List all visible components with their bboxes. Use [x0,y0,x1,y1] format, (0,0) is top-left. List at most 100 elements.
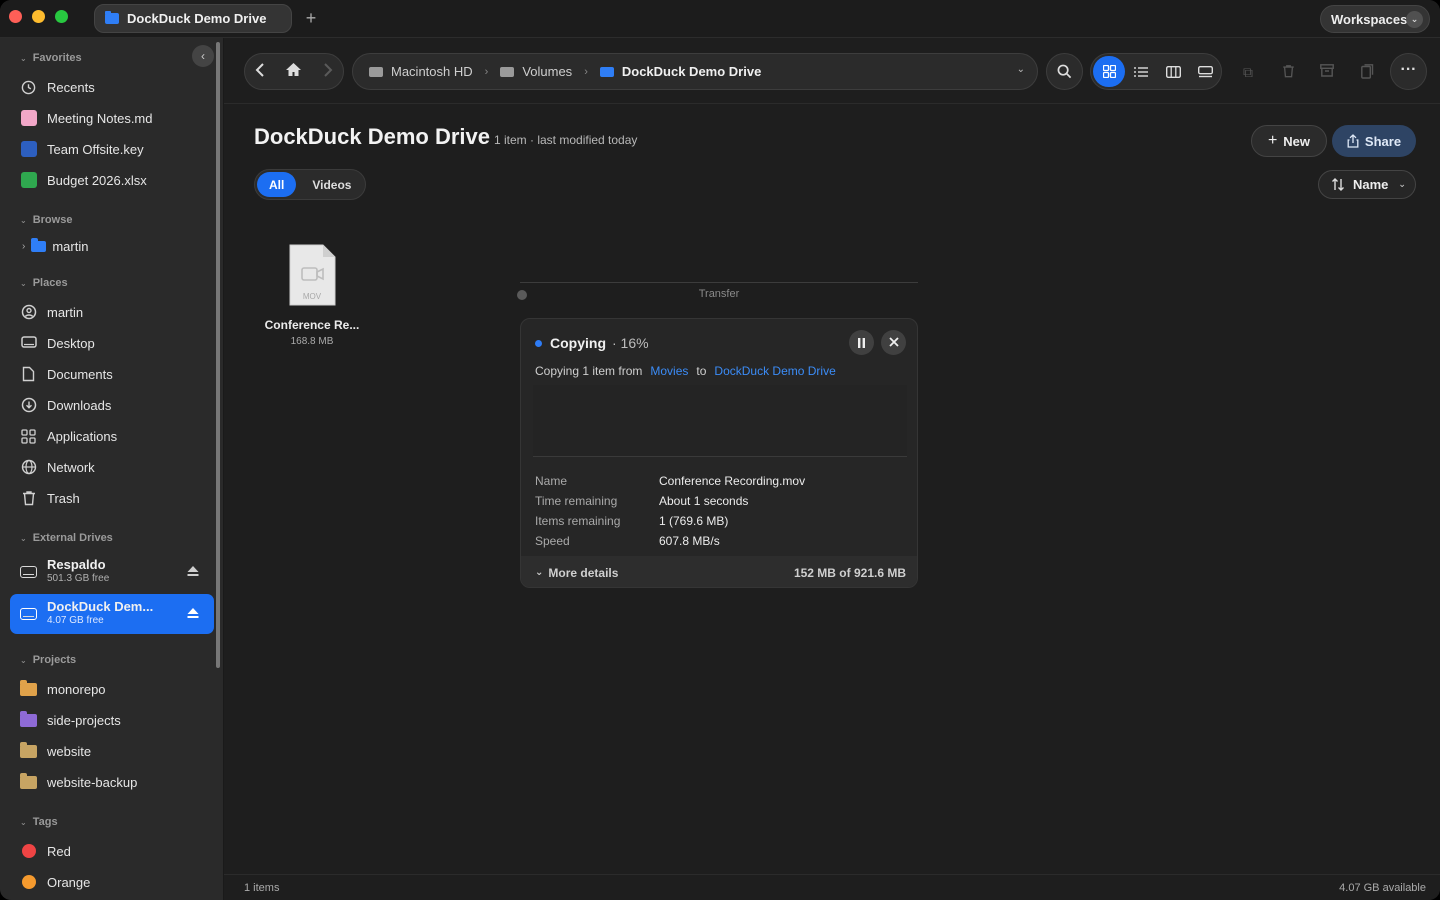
more-details-toggle[interactable]: ⌄ More details [535,566,618,580]
icon-view-button[interactable] [1093,56,1125,87]
share-button-label: Share [1364,133,1402,149]
new-button[interactable]: + New [1251,125,1327,157]
transfer-divider [520,282,918,283]
chevron-right-icon[interactable]: › [22,241,25,252]
transfer-card: Copying · 16% Copying 1 item from Movies… [520,318,918,588]
finder-window: DockDuck Demo Drive + Workspaces ⌄ ‹ ⌄ Fa… [0,0,1440,900]
path-segment-volumes[interactable]: Volumes [522,64,572,79]
detail-value: Conference Recording.mov [659,474,806,488]
sidebar-item-website-backup[interactable]: website-backup [10,768,214,796]
cancel-transfer-button[interactable] [881,330,906,355]
filter-videos[interactable]: Videos [300,172,363,197]
detail-row: Items remaining 1 (769.6 MB) [535,511,905,531]
column-view-button[interactable] [1157,56,1189,87]
sidebar-item-downloads[interactable]: Downloads [10,391,214,419]
sidebar-item-monorepo[interactable]: monorepo [10,675,214,703]
sidebar-item-trash[interactable]: Trash [10,484,214,512]
close-window-button[interactable] [9,10,22,23]
sidebar-scrollbar[interactable] [216,42,220,668]
folder-icon [20,741,37,760]
transfer-description: Copying 1 item from Movies to DockDuck D… [535,364,836,378]
destination-link[interactable]: DockDuck Demo Drive [714,364,835,378]
file-item[interactable]: MOV Conference Re... 168.8 MB [262,244,362,347]
zoom-window-button[interactable] [55,10,68,23]
section-projects[interactable]: ⌄ Projects [20,654,76,666]
sidebar-item-label: side-projects [47,712,121,728]
status-bar: 1 items 4.07 GB available [224,874,1440,900]
sidebar-item-label: Applications [47,428,118,444]
plus-icon: + [1267,132,1278,149]
sidebar-item-website[interactable]: website [10,737,214,765]
eject-icon[interactable] [186,564,200,578]
drive-free-space: 4.07 GB free [47,615,104,626]
sort-icon [1332,178,1344,191]
sidebar-item-team-offsite[interactable]: Team Offsite.key [10,135,214,163]
delete-icon[interactable] [1280,64,1296,80]
transfer-desc-to: to [696,364,707,378]
path-segment-macintosh-hd[interactable]: Macintosh HD [391,64,473,79]
chevron-down-icon: ⌄ [20,533,27,543]
section-label: Browse [32,214,73,226]
share-button[interactable]: Share [1332,125,1416,157]
copy-path-icon[interactable] [1359,64,1375,80]
sidebar-item-recents[interactable]: Recents [10,73,214,101]
list-view-button[interactable] [1125,56,1157,87]
view-switcher [1090,53,1222,90]
new-tab-button[interactable]: + [303,8,319,28]
back-button[interactable] [255,62,265,81]
file-extension-label: MOV [302,292,322,301]
minimize-window-button[interactable] [32,10,45,23]
workspaces-button[interactable]: Workspaces ⌄ [1320,5,1430,33]
sidebar-item-documents[interactable]: Documents [10,360,214,388]
grid-icon [1102,65,1116,78]
sidebar-item-applications[interactable]: Applications [10,422,214,450]
sidebar-item-martin[interactable]: martin [10,298,214,326]
path-segment-current[interactable]: DockDuck Demo Drive [622,64,761,79]
eject-icon[interactable] [186,606,200,620]
filter-all[interactable]: All [257,172,297,197]
sidebar: ‹ ⌄ Favorites Recents Meeting Notes.md Te… [0,38,224,900]
sort-dropdown[interactable]: Name ⌄ [1318,170,1416,199]
section-tags[interactable]: ⌄ Tags [20,816,58,828]
folder-icon [20,679,37,698]
more-options-button[interactable]: ··· [1390,53,1427,90]
toolbar: Macintosh HD › Volumes › DockDuck Demo D… [224,38,1440,104]
sidebar-drive-dockduck[interactable]: DockDuck Dem... 4.07 GB free [10,594,214,634]
gallery-view-button[interactable] [1189,56,1221,87]
tag-dot-icon [20,874,37,891]
sidebar-item-desktop[interactable]: Desktop [10,329,214,357]
chevron-down-icon[interactable]: ⌄ [1017,64,1025,75]
sidebar-item-label: Red [47,843,71,859]
sidebar-item-network[interactable]: Network [10,453,214,481]
sidebar-item-side-projects[interactable]: side-projects [10,706,214,734]
sidebar-item-label: Downloads [47,397,112,413]
sidebar-item-browse-martin[interactable]: › martin [10,232,214,260]
folder-icon [20,772,37,791]
pause-button[interactable] [849,330,874,355]
list-icon [1134,66,1148,77]
sidebar-tag-red[interactable]: Red [10,837,214,865]
duplicate-icon[interactable]: ⧉ [1240,64,1256,80]
forward-button[interactable] [323,62,333,81]
path-bar[interactable]: Macintosh HD › Volumes › DockDuck Demo D… [352,53,1038,90]
sidebar-item-budget[interactable]: Budget 2026.xlsx [10,166,214,194]
section-external-drives[interactable]: ⌄ External Drives [20,532,113,544]
collapse-sidebar-button[interactable]: ‹ [192,45,214,67]
tab-dockduck-demo-drive[interactable]: DockDuck Demo Drive [94,4,292,33]
archive-icon[interactable] [1319,64,1335,80]
home-button[interactable] [285,62,302,81]
search-button[interactable] [1046,53,1083,90]
section-label: Favorites [32,52,82,64]
transfer-footer: ⌄ More details 152 MB of 921.6 MB [521,556,917,587]
new-button-label: New [1283,133,1311,149]
section-favorites[interactable]: ⌄ Favorites [20,52,82,64]
sidebar-tag-orange[interactable]: Orange [10,868,214,896]
sidebar-item-meeting-notes[interactable]: Meeting Notes.md [10,104,214,132]
sidebar-item-label: Recents [47,79,95,95]
sidebar-item-label: Desktop [47,335,95,351]
section-browse[interactable]: ⌄ Browse [20,214,72,226]
source-link[interactable]: Movies [650,364,688,378]
sidebar-drive-respaldo[interactable]: Respaldo 501.3 GB free [10,552,214,592]
chevron-down-icon: ⌄ [20,655,27,665]
section-places[interactable]: ⌄ Places [20,277,68,289]
